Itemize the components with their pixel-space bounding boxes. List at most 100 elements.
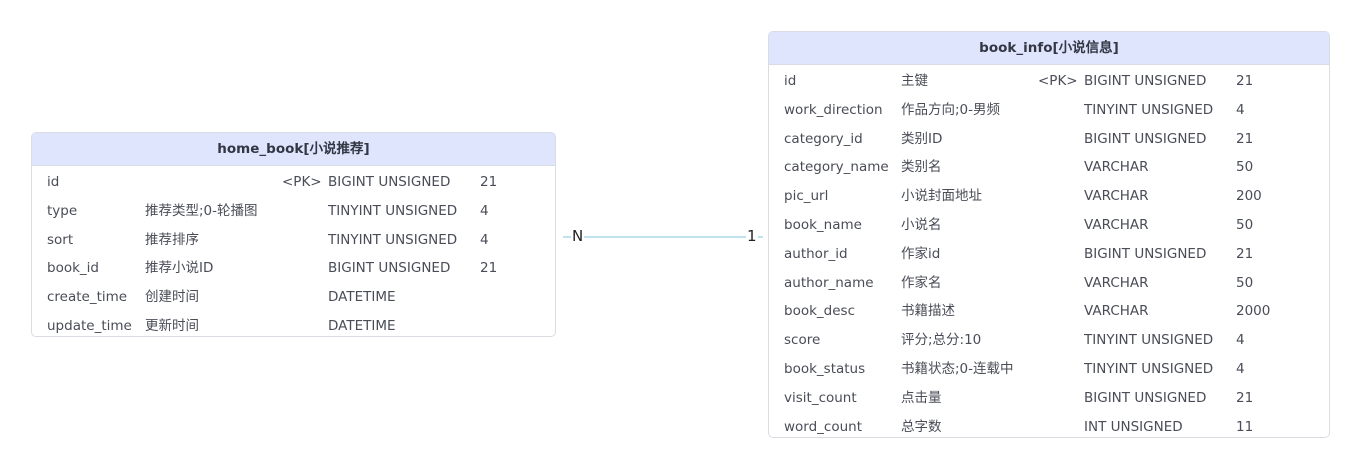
column-row[interactable]: sort 推荐排序 TINYINT UNSIGNED 4	[32, 226, 555, 255]
column-type: VARCHAR	[1084, 303, 1149, 320]
column-name: author_name	[784, 274, 874, 291]
column-row[interactable]: word_count 总字数 INT UNSIGNED 11	[769, 413, 1329, 437]
entity-title: home_book[小说推荐]	[32, 133, 555, 166]
column-row[interactable]: type 推荐类型;0-轮播图 TINYINT UNSIGNED 4	[32, 197, 555, 226]
column-type: TINYINT UNSIGNED	[1084, 332, 1214, 349]
column-name: pic_url	[784, 188, 829, 205]
column-length: 21	[1236, 73, 1254, 89]
column-length: 4	[1236, 101, 1245, 118]
column-comment: 小说封面地址	[901, 188, 982, 205]
column-row[interactable]: author_name 作家名 VARCHAR 50	[769, 269, 1329, 298]
column-row[interactable]: score 评分;总分:10 TINYINT UNSIGNED 4	[769, 326, 1329, 355]
column-row[interactable]: book_id 推荐小说ID BIGINT UNSIGNED 21	[32, 254, 555, 283]
column-type: TINYINT UNSIGNED	[328, 231, 458, 248]
column-length: 50	[1236, 274, 1254, 291]
column-comment: 小说名	[901, 216, 942, 233]
column-name: visit_count	[784, 389, 857, 406]
column-row[interactable]: author_id 作家id BIGINT UNSIGNED 21	[769, 240, 1329, 269]
column-row[interactable]: book_status 书籍状态;0-连载中 TINYINT UNSIGNED 4	[769, 355, 1329, 384]
column-row[interactable]: book_name 小说名 VARCHAR 50	[769, 211, 1329, 240]
column-length: 21	[1236, 130, 1254, 147]
column-length: 21	[1236, 245, 1254, 262]
column-type: VARCHAR	[1084, 216, 1149, 233]
column-comment: 推荐排序	[145, 231, 199, 248]
column-length: 21	[1236, 389, 1254, 406]
column-comment: 作品方向;0-男频	[901, 101, 1001, 118]
column-type: BIGINT UNSIGNED	[1084, 130, 1207, 147]
cardinality-many-label: N	[571, 226, 585, 246]
column-comment: 更新时间	[145, 317, 199, 334]
entity-title: book_info[小说信息]	[769, 32, 1329, 65]
column-name: id	[47, 174, 60, 190]
column-name: create_time	[47, 289, 128, 306]
column-name: category_id	[784, 130, 863, 147]
column-type: VARCHAR	[1084, 188, 1149, 205]
column-length: 50	[1236, 159, 1254, 176]
column-row[interactable]: pic_url 小说封面地址 VARCHAR 200	[769, 182, 1329, 211]
column-comment: 书籍描述	[901, 303, 955, 320]
column-comment: 书籍状态;0-连载中	[901, 360, 1014, 377]
column-type: TINYINT UNSIGNED	[1084, 360, 1214, 377]
column-length: 4	[480, 231, 489, 248]
column-row[interactable]: update_time 更新时间 DATETIME	[32, 312, 555, 336]
column-type: BIGINT UNSIGNED	[1084, 245, 1207, 262]
column-row[interactable]: create_time 创建时间 DATETIME	[32, 283, 555, 312]
column-length: 200	[1236, 188, 1262, 205]
column-type: TINYINT UNSIGNED	[328, 202, 458, 219]
column-type: BIGINT UNSIGNED	[1084, 389, 1207, 406]
entity-columns: id <PK> BIGINT UNSIGNED 21 type 推荐类型;0-轮播图 TIN…	[32, 166, 555, 336]
column-length: 11	[1236, 418, 1254, 435]
entity-book-info[interactable]: book_info[小说信息] id 主键 <PK> BIGINT UNSIGNED 2…	[768, 31, 1330, 438]
column-length: 4	[480, 202, 489, 219]
column-name: book_name	[784, 216, 862, 233]
column-type: BIGINT UNSIGNED	[328, 260, 451, 277]
column-name: book_id	[47, 260, 99, 277]
column-comment: 推荐类型;0-轮播图	[145, 202, 258, 219]
column-row[interactable]: category_name 类别名 VARCHAR 50	[769, 153, 1329, 182]
column-key: <PK>	[1038, 73, 1078, 89]
column-name: type	[47, 202, 78, 219]
column-row[interactable]: book_desc 书籍描述 VARCHAR 2000	[769, 297, 1329, 326]
column-row[interactable]: work_direction 作品方向;0-男频 TINYINT UNSIGNED 4	[769, 96, 1329, 125]
column-length: 4	[1236, 332, 1245, 349]
column-comment: 总字数	[901, 418, 942, 435]
column-comment: 评分;总分:10	[901, 332, 982, 349]
column-comment: 类别ID	[901, 130, 943, 147]
column-comment: 作家名	[901, 274, 942, 291]
er-diagram-canvas: home_book[小说推荐] id <PK> BIGINT UNSIGNED 21 t…	[0, 0, 1359, 467]
column-type: DATETIME	[328, 289, 396, 306]
relationship-line[interactable]	[563, 236, 763, 238]
column-comment: 推荐小说ID	[145, 260, 214, 277]
column-length: 2000	[1236, 303, 1271, 320]
column-name: score	[784, 332, 821, 349]
entity-columns: id 主键 <PK> BIGINT UNSIGNED 21 work_direction 作…	[769, 65, 1329, 437]
column-type: BIGINT UNSIGNED	[1084, 73, 1207, 89]
column-length: 4	[1236, 360, 1245, 377]
column-name: book_status	[784, 360, 866, 377]
column-type: VARCHAR	[1084, 159, 1149, 176]
column-name: book_desc	[784, 303, 855, 320]
column-comment: 点击量	[901, 389, 942, 406]
column-row[interactable]: visit_count 点击量 BIGINT UNSIGNED 21	[769, 384, 1329, 413]
column-name: author_id	[784, 245, 848, 262]
column-length: 21	[480, 174, 498, 190]
column-comment: 主键	[901, 73, 928, 89]
column-length: 21	[480, 260, 498, 277]
column-type: BIGINT UNSIGNED	[328, 174, 451, 190]
column-name: sort	[47, 231, 74, 248]
column-name: word_count	[784, 418, 863, 435]
column-row[interactable]: id 主键 <PK> BIGINT UNSIGNED 21	[769, 67, 1329, 96]
column-name: update_time	[47, 317, 132, 334]
column-comment: 作家id	[901, 245, 941, 262]
column-row[interactable]: category_id 类别ID BIGINT UNSIGNED 21	[769, 125, 1329, 154]
column-type: VARCHAR	[1084, 274, 1149, 291]
column-length: 50	[1236, 216, 1254, 233]
column-type: TINYINT UNSIGNED	[1084, 101, 1214, 118]
column-name: category_name	[784, 159, 889, 176]
column-row[interactable]: id <PK> BIGINT UNSIGNED 21	[32, 168, 555, 197]
column-type: DATETIME	[328, 317, 396, 334]
column-name: work_direction	[784, 101, 883, 118]
entity-home-book[interactable]: home_book[小说推荐] id <PK> BIGINT UNSIGNED 21 t…	[31, 132, 556, 337]
column-type: INT UNSIGNED	[1084, 418, 1183, 435]
column-key: <PK>	[282, 174, 322, 190]
